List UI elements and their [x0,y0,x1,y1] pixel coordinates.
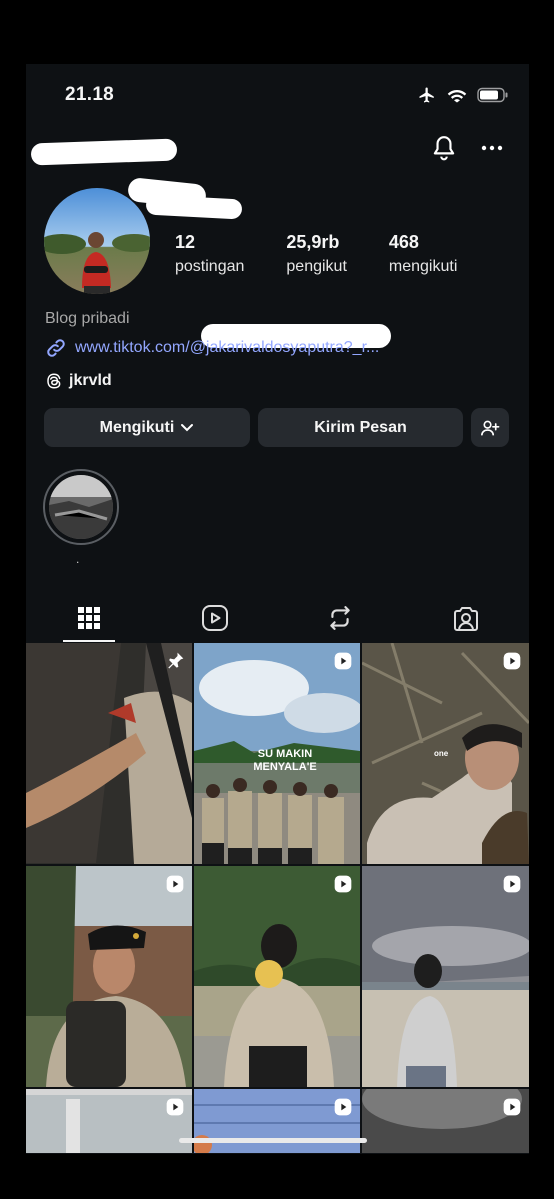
suggest-user-button[interactable] [471,408,509,447]
following-stat[interactable]: 468 mengikuti [389,232,457,276]
reel-icon [334,652,352,670]
grid-post[interactable] [194,866,360,1087]
message-button[interactable]: Kirim Pesan [258,408,463,447]
reel-icon [334,875,352,893]
tab-reposts[interactable] [278,594,404,642]
username-redaction [30,138,178,166]
threads-handle: jkrvld [69,372,112,389]
threads-icon [47,373,61,389]
highlight-label: . [76,552,80,566]
reels-icon [201,605,228,631]
following-count: 468 [388,232,419,252]
post-thumbnail [26,643,192,864]
grid-post[interactable] [26,1089,192,1153]
profile-category: Blog pribadi [45,310,130,327]
profile-screen: 21.18 12 postingan 25,9rb pengikut 468 m… [26,64,529,1154]
profile-stats: 12 postingan 25,9rb pengikut 468 mengiku… [175,232,499,276]
avatar-photo [44,188,150,294]
status-bar: 21.18 [26,82,529,108]
reel-icon [503,1098,521,1116]
airplane-icon [419,87,434,103]
more-icon[interactable] [481,145,503,151]
reel-icon [503,652,521,670]
bell-icon[interactable] [431,134,457,162]
avatar[interactable] [44,188,150,294]
tab-grid[interactable] [26,594,152,642]
reel-icon [166,1098,184,1116]
followers-count: 25,9rb [286,232,340,252]
post-caption-overlay: one [434,749,449,758]
battery-icon [477,87,508,103]
posts-grid: SU MAKIN MENYALA'E one [26,643,529,1153]
add-user-icon [481,420,500,435]
chevron-down-icon [181,423,194,431]
status-time: 21.18 [65,84,115,105]
grid-post[interactable] [26,643,192,864]
grid-icon [77,607,100,629]
posts-label: postingan [175,258,245,275]
home-indicator[interactable] [179,1138,367,1143]
wifi-icon [447,90,467,103]
pin-icon [168,652,184,669]
grid-post[interactable] [194,1089,360,1153]
following-label: mengikuti [388,258,458,275]
followers-stat[interactable]: 25,9rb pengikut [286,232,347,276]
post-thumbnail [194,866,360,1087]
tab-reels[interactable] [152,594,278,642]
following-button-label: Mengikuti [99,418,175,436]
header-actions [431,134,503,162]
tagged-icon [454,607,479,631]
reel-icon [334,1098,352,1116]
following-button[interactable]: Mengikuti [44,408,250,447]
repost-icon [330,606,351,630]
post-thumbnail [362,866,529,1087]
highlight-cover [49,475,113,539]
message-button-label: Kirim Pesan [314,418,407,436]
followers-label: pengikut [286,258,347,275]
posts-stat[interactable]: 12 postingan [175,232,244,276]
name-redaction-2 [145,194,243,220]
tab-tagged[interactable] [403,594,529,642]
status-icons [417,86,509,104]
bio-link[interactable]: www.tiktok.com/@jakarivaldosyaputra?_r..… [45,337,379,359]
post-caption-overlay: SU MAKIN MENYALA'E [253,748,317,773]
story-highlight[interactable] [43,469,119,545]
link-icon [47,339,65,357]
reel-icon [166,875,184,893]
threads-badge[interactable]: jkrvld [45,372,112,390]
grid-post[interactable]: one [362,643,529,864]
profile-actions: Mengikuti Kirim Pesan [44,408,509,447]
grid-post[interactable] [362,866,529,1087]
grid-post[interactable] [26,866,192,1087]
content-tabs [26,594,529,642]
reel-icon [503,875,521,893]
bio-link-text: www.tiktok.com/@jakarivaldosyaputra?_r..… [75,339,380,356]
post-thumbnail [26,866,192,1087]
grid-post[interactable]: SU MAKIN MENYALA'E [194,643,360,864]
posts-count: 12 [175,232,196,252]
grid-post[interactable] [362,1089,529,1153]
